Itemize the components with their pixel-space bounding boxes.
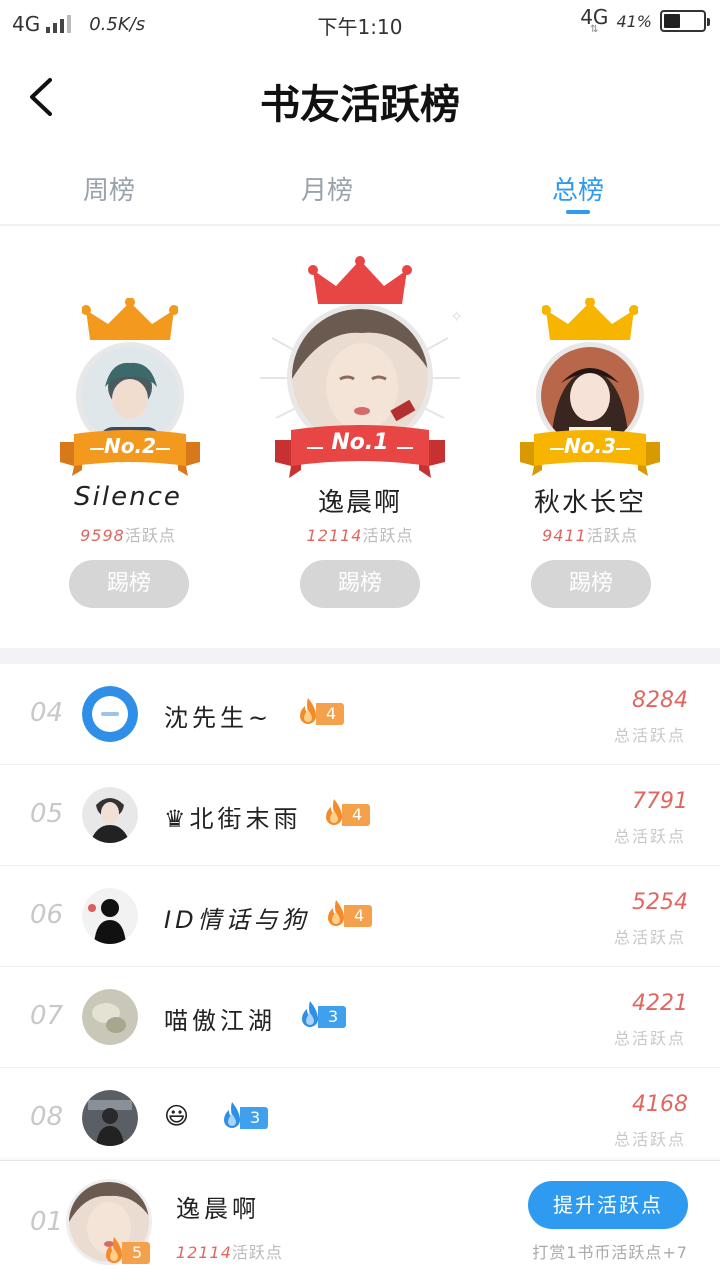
reward-hint: 打赏1书币活跃点+7: [532, 1243, 688, 1262]
list-item[interactable]: 08 😃 3 4168 总活跃点: [0, 1068, 720, 1169]
rank-number: 07: [30, 1001, 64, 1031]
level-badge: 3: [218, 1102, 268, 1130]
level-badge: 4: [320, 799, 370, 827]
score-label: 总活跃点: [613, 1029, 686, 1048]
rank-badge-third: No.3: [564, 434, 616, 458]
rank-badge-first: No.1: [331, 430, 389, 455]
user-name: ♛北街末雨: [164, 805, 302, 833]
battery-percent: 41%: [616, 11, 652, 31]
rank-number: 08: [30, 1102, 64, 1132]
my-rank-bar: 01 5 逸晨啊 12114活跃点 提升活跃点 打赏1书币活跃点+7: [0, 1160, 720, 1280]
section-divider: [0, 648, 720, 664]
score-label: 总活跃点: [613, 928, 686, 947]
avatar-image: [82, 1090, 138, 1146]
points-third: 9411活跃点: [542, 526, 638, 545]
kick-button-second[interactable]: 踢榜: [69, 560, 189, 608]
my-points: 12114活跃点: [176, 1243, 283, 1262]
score-label: 总活跃点: [613, 827, 686, 846]
podium-first: ✧ No.1 逸晨啊 12114活跃点 踢榜: [240, 228, 480, 648]
network-type-right: 4G ⇅: [580, 5, 609, 35]
flame-icon: [302, 1001, 318, 1027]
avatar[interactable]: [82, 1090, 138, 1146]
tab-weekly[interactable]: 周榜: [0, 150, 218, 224]
name-third: 秋水长空: [533, 488, 646, 518]
name-first: 逸晨啊: [317, 488, 402, 518]
tab-monthly[interactable]: 月榜: [218, 150, 436, 224]
score-value: 4221: [632, 991, 688, 1016]
avatar-image: [82, 686, 138, 742]
crown-icon: [308, 256, 412, 304]
score-label: 总活跃点: [613, 726, 686, 745]
flame-icon: [326, 799, 342, 825]
level-badge: 4: [294, 698, 344, 726]
score-label: 总活跃点: [613, 1130, 686, 1149]
status-bar: 4G 0.5K/s 下午1:10 4G ⇅ 41%: [0, 0, 720, 48]
avatar-image: [82, 888, 138, 944]
user-name: ID情话与狗: [164, 906, 310, 934]
flame-icon: [106, 1237, 122, 1263]
rank-number: 05: [30, 799, 64, 829]
name-second: Silence: [74, 482, 182, 512]
score-value: 5254: [632, 890, 688, 915]
avatar-image: [82, 989, 138, 1045]
kick-button-third[interactable]: 踢榜: [531, 560, 651, 608]
kick-button-first[interactable]: 踢榜: [300, 560, 420, 608]
avatar[interactable]: [82, 888, 138, 944]
flame-icon: [300, 698, 316, 724]
score-value: 4168: [632, 1092, 688, 1117]
rank-number: 06: [30, 900, 64, 930]
tab-total[interactable]: 总榜: [436, 150, 720, 224]
my-name: 逸晨啊: [176, 1195, 260, 1223]
rank-number: 04: [30, 698, 64, 728]
flame-icon: [328, 900, 344, 926]
boost-activity-button[interactable]: 提升活跃点: [528, 1181, 688, 1229]
my-rank-number: 01: [30, 1207, 64, 1237]
my-level-badge: 5: [100, 1237, 150, 1265]
podium: No.2 Silence 9598活跃点 踢榜 ✧ No.1 逸晨啊 12114…: [0, 228, 720, 648]
avatar[interactable]: [82, 989, 138, 1045]
page-title: 书友活跃榜: [260, 81, 460, 128]
svg-text:✧: ✧: [450, 307, 463, 326]
user-name: 喵傲江湖: [164, 1007, 276, 1035]
battery-icon: [660, 10, 710, 32]
rank-badge-second: No.2: [104, 434, 156, 458]
data-arrows-icon: ⇅: [590, 24, 599, 35]
header: 书友活跃榜: [0, 50, 720, 146]
list-item[interactable]: 06 ID情话与狗 4 5254 总活跃点: [0, 866, 720, 967]
points-second: 9598活跃点: [80, 526, 176, 545]
score-value: 8284: [632, 688, 688, 713]
rank-list: 04 沈先生~ 4 8284 总活跃点 05 ♛北街末雨 4 7791 总活跃点…: [0, 664, 720, 1169]
score-value: 7791: [632, 789, 688, 814]
level-badge: 3: [296, 1001, 346, 1029]
level-badge: 4: [322, 900, 372, 928]
battery-fill: [664, 14, 680, 28]
user-name: 😃: [164, 1102, 194, 1130]
user-name: 沈先生~: [164, 704, 273, 732]
podium-second: No.2 Silence 9598活跃点 踢榜: [0, 228, 260, 648]
crown-icon: [82, 298, 178, 340]
avatar[interactable]: [82, 686, 138, 742]
flame-icon: [224, 1102, 240, 1128]
avatar[interactable]: [82, 787, 138, 843]
list-item[interactable]: 05 ♛北街末雨 4 7791 总活跃点: [0, 765, 720, 866]
tab-bar: 周榜 月榜 总榜: [0, 150, 720, 226]
list-item[interactable]: 07 喵傲江湖 3 4221 总活跃点: [0, 967, 720, 1068]
points-first: 12114活跃点: [306, 526, 414, 545]
avatar-image: [82, 787, 138, 843]
list-item[interactable]: 04 沈先生~ 4 8284 总活跃点: [0, 664, 720, 765]
podium-third: No.3 秋水长空 9411活跃点 踢榜: [470, 228, 720, 648]
crown-icon: [542, 298, 638, 340]
